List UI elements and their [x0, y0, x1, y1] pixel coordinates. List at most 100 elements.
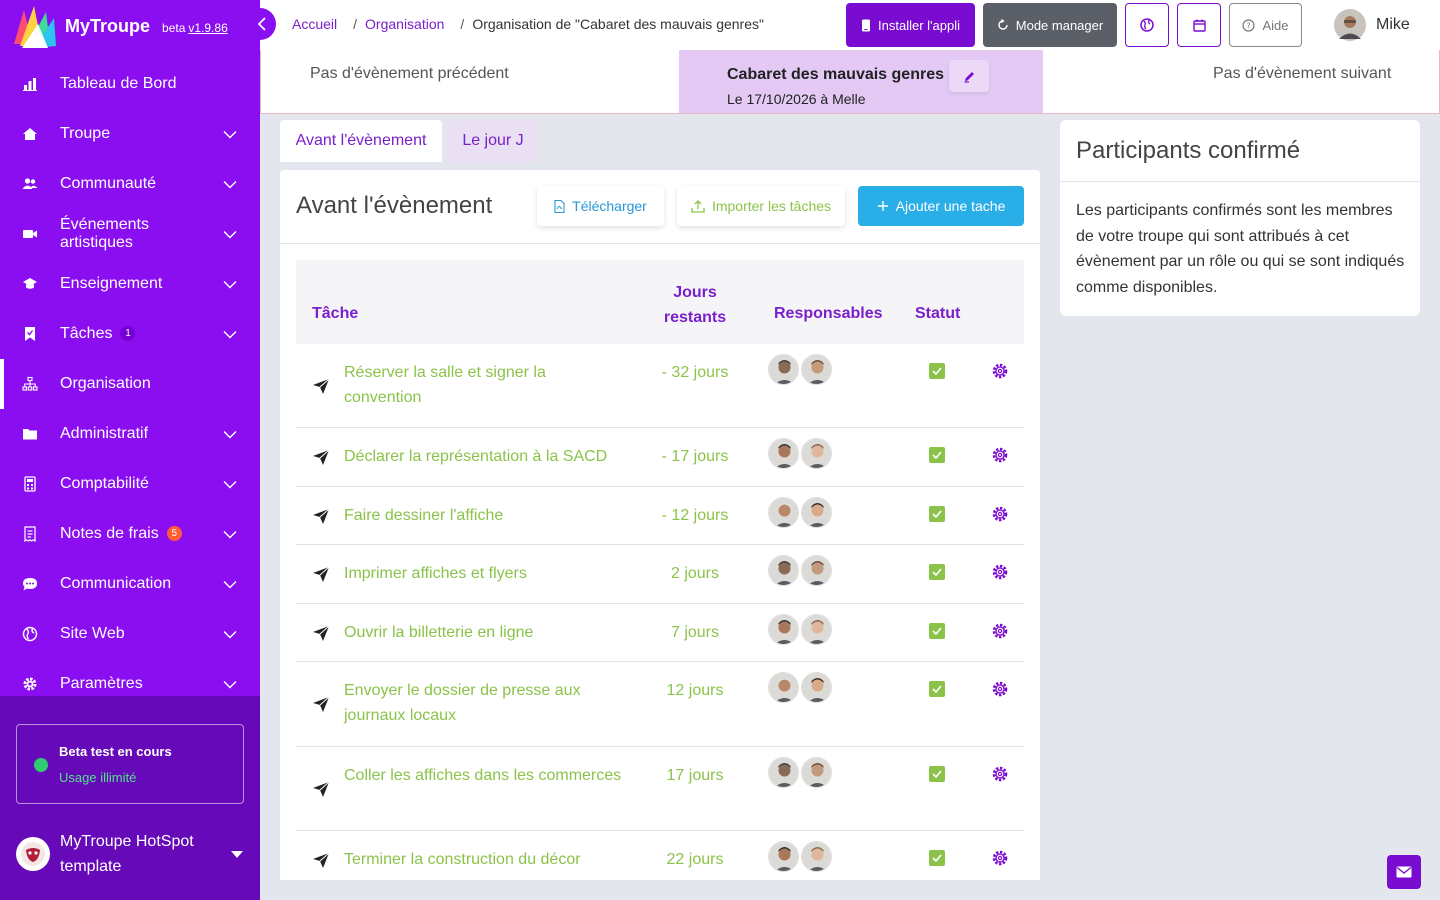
count-badge: 1 [120, 326, 136, 341]
column-status[interactable]: Statut [915, 305, 960, 323]
gear-icon[interactable] [991, 849, 1009, 867]
sidebar-item-receipt[interactable]: Notes de frais 5 [0, 509, 260, 559]
add-task-button[interactable]: Ajouter une tache [858, 186, 1024, 226]
gear-icon[interactable] [991, 362, 1009, 380]
avatar[interactable] [768, 841, 799, 872]
table-row: Ouvrir la billetterie en ligne 7 jours [296, 604, 1024, 662]
gear-icon[interactable] [991, 765, 1009, 783]
task-name[interactable]: Déclarer la représentation à la SACD [344, 444, 624, 469]
chevron-down-icon[interactable] [200, 330, 260, 339]
status-check-icon[interactable] [929, 766, 945, 782]
sidebar-item-folder[interactable]: Administratif [0, 409, 260, 459]
troupe-switcher[interactable]: MyTroupe HotSpot template [16, 829, 244, 879]
tab-before-event[interactable]: Avant l'évènement [280, 120, 442, 162]
download-button[interactable]: Télécharger [537, 186, 664, 226]
sidebar-item-video[interactable]: Événements artistiques [0, 209, 260, 259]
gear-icon[interactable] [991, 446, 1009, 464]
import-tasks-button[interactable]: Importer les tâches [677, 186, 845, 226]
task-name[interactable]: Réserver la salle et signer la conventio… [344, 360, 624, 410]
chevron-down-icon[interactable] [200, 230, 260, 239]
task-name[interactable]: Coller les affiches dans les commerces [344, 763, 624, 788]
sidebar-item-globe[interactable]: Site Web [0, 609, 260, 659]
status-check-icon[interactable] [929, 850, 945, 866]
chevron-down-icon[interactable] [200, 430, 260, 439]
sidebar-item-text: Troupe [60, 125, 111, 142]
manager-mode-button[interactable]: Mode manager [983, 3, 1117, 47]
install-app-button[interactable]: Installer l'appli [846, 3, 975, 47]
help-button[interactable]: ? Aide [1229, 3, 1302, 47]
breadcrumb-section[interactable]: Organisation [365, 16, 444, 32]
task-name[interactable]: Ouvrir la billetterie en ligne [344, 620, 624, 645]
calendar-button[interactable] [1177, 3, 1221, 47]
avatar[interactable] [801, 497, 832, 528]
status-check-icon[interactable] [929, 681, 945, 697]
avatar[interactable] [801, 614, 832, 645]
days-remaining: 7 jours [670, 624, 720, 641]
chevron-down-icon[interactable] [200, 130, 260, 139]
task-name[interactable]: Envoyer le dossier de presse aux journau… [344, 678, 624, 728]
column-days[interactable]: Jours restants [639, 280, 751, 330]
avatar[interactable] [768, 555, 799, 586]
chevron-down-icon[interactable] [200, 480, 260, 489]
task-name[interactable]: Faire dessiner l'affiche [344, 503, 624, 528]
sidebar-item-calculator[interactable]: Comptabilité [0, 459, 260, 509]
user-menu[interactable]: Mike [1334, 9, 1410, 41]
avatar[interactable] [801, 354, 832, 385]
avatar[interactable] [768, 438, 799, 469]
user-name: Mike [1376, 16, 1410, 33]
chevron-down-icon[interactable] [200, 580, 260, 589]
avatar[interactable] [768, 354, 799, 385]
avatar[interactable] [801, 672, 832, 703]
status-check-icon[interactable] [929, 363, 945, 379]
avatar[interactable] [801, 438, 832, 469]
status-check-icon[interactable] [929, 564, 945, 580]
contact-button[interactable] [1387, 855, 1421, 889]
column-days-line1: Jours [673, 284, 717, 301]
next-event[interactable]: Pas d'évènement suivant [1213, 65, 1391, 83]
column-responsables[interactable]: Responsables [774, 305, 882, 323]
avatar[interactable] [801, 841, 832, 872]
status-check-icon[interactable] [929, 506, 945, 522]
chevron-down-icon[interactable] [200, 680, 260, 689]
avatar[interactable] [768, 497, 799, 528]
status-check-icon[interactable] [929, 623, 945, 639]
avatar[interactable] [801, 757, 832, 788]
brand[interactable]: MyTroupe beta v1.9.86 [10, 4, 228, 48]
gear-icon[interactable] [991, 563, 1009, 581]
edit-event-button[interactable] [949, 60, 989, 92]
website-button[interactable] [1125, 3, 1169, 47]
gear-icon[interactable] [991, 622, 1009, 640]
chevron-down-icon[interactable] [200, 280, 260, 289]
chevron-left-icon [257, 17, 266, 31]
chevron-down-icon[interactable] [200, 180, 260, 189]
gear-icon[interactable] [991, 680, 1009, 698]
avatar[interactable] [768, 672, 799, 703]
chevron-down-icon[interactable] [200, 630, 260, 639]
sidebar-item-sitemap[interactable]: Organisation [0, 359, 260, 409]
sidebar-item-bookmark[interactable]: Tâches 1 [0, 309, 260, 359]
breadcrumb-home[interactable]: Accueil [292, 16, 337, 32]
sidebar-item-users[interactable]: Communauté [0, 159, 260, 209]
svg-text:?: ? [1247, 21, 1251, 30]
status-check-icon[interactable] [929, 447, 945, 463]
sidebar-item-label: Événements artistiques [60, 216, 200, 252]
chevron-down-icon[interactable] [200, 530, 260, 539]
avatar[interactable] [768, 757, 799, 788]
avatar[interactable] [768, 614, 799, 645]
gear-icon[interactable] [991, 505, 1009, 523]
sidebar-item-text: Paramètres [60, 675, 143, 692]
tab-day-j[interactable]: Le jour J [447, 120, 539, 162]
sidebar-item-chart[interactable]: Tableau de Bord [0, 59, 260, 109]
sidebar-item-home[interactable]: Troupe [0, 109, 260, 159]
sidebar-item-graduation[interactable]: Enseignement [0, 259, 260, 309]
column-task[interactable]: Tâche [312, 305, 358, 323]
previous-event[interactable]: Pas d'évènement précédent [310, 65, 509, 83]
task-name[interactable]: Terminer la construction du décor [344, 847, 624, 872]
version-link[interactable]: v1.9.86 [188, 21, 227, 35]
avatar[interactable] [801, 555, 832, 586]
sidebar-item-chat[interactable]: Communication [0, 559, 260, 609]
task-name[interactable]: Imprimer affiches et flyers [344, 561, 624, 586]
globe-icon [0, 626, 60, 642]
beta-subtitle: Usage illimité [59, 770, 137, 785]
caret-down-icon[interactable] [230, 849, 244, 859]
